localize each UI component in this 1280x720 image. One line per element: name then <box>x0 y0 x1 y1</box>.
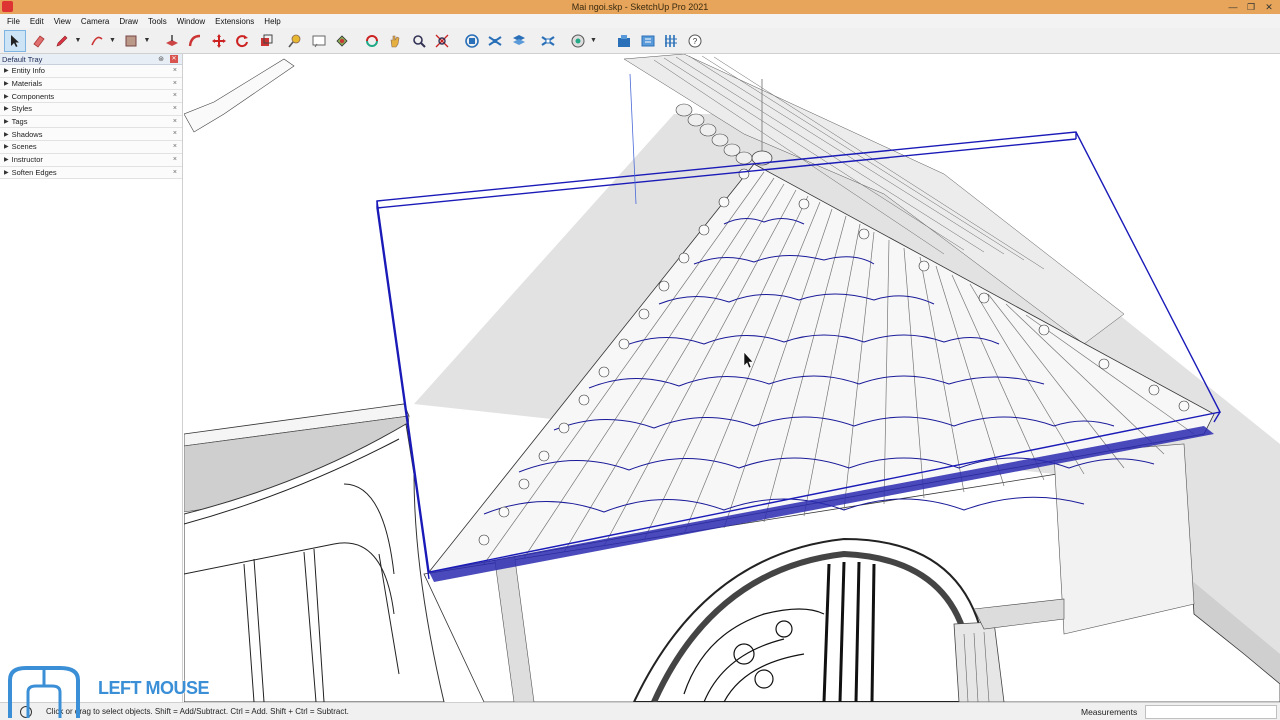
expand-triangle-icon: ▶ <box>4 119 9 126</box>
close-icon[interactable]: × <box>173 169 177 176</box>
close-icon[interactable]: × <box>173 67 177 74</box>
scale-icon[interactable] <box>255 30 277 52</box>
status-hint: Click or drag to select objects. Shift =… <box>46 707 349 716</box>
geo-dropdown-icon[interactable]: ▼ <box>590 37 598 44</box>
svg-text:?: ? <box>692 37 697 46</box>
window-controls: — ❐ ✕ <box>1224 0 1278 14</box>
close-icon[interactable]: × <box>173 130 177 137</box>
window-title: Mai ngoi.skp - SketchUp Pro 2021 <box>571 2 709 12</box>
close-icon[interactable]: ✕ <box>1260 0 1278 14</box>
menu-draw[interactable]: Draw <box>114 17 143 26</box>
close-icon[interactable]: × <box>173 105 177 112</box>
expand-triangle-icon: ▶ <box>4 157 9 164</box>
rectangle-icon[interactable] <box>120 30 142 52</box>
push-pull-icon[interactable] <box>161 30 183 52</box>
expand-triangle-icon: ▶ <box>4 169 9 176</box>
tray-panel-instructor[interactable]: ▶ Instructor × <box>0 153 182 167</box>
close-icon[interactable]: × <box>173 156 177 163</box>
extension-warehouse-icon[interactable] <box>484 30 506 52</box>
menu-extensions[interactable]: Extensions <box>210 17 259 26</box>
eraser-icon[interactable] <box>28 30 50 52</box>
menu-view[interactable]: View <box>49 17 76 26</box>
tape-measure-icon[interactable] <box>284 30 306 52</box>
paint-bucket-icon[interactable] <box>331 30 353 52</box>
tray-panel-entity-info[interactable]: ▶ Entity Info × <box>0 65 182 78</box>
wall-side-shade <box>1053 443 1195 635</box>
follow-me-icon[interactable] <box>184 30 206 52</box>
minimize-icon[interactable]: — <box>1224 0 1242 14</box>
model-view[interactable] <box>184 54 1280 702</box>
expand-triangle-icon: ▶ <box>4 93 9 100</box>
close-icon[interactable]: × <box>173 143 177 150</box>
pin-icon[interactable]: ⊛ <box>158 55 164 63</box>
zoom-icon[interactable] <box>408 30 430 52</box>
expand-triangle-icon: ▶ <box>4 144 9 151</box>
components-icon[interactable] <box>613 30 635 52</box>
extension-manager-icon[interactable] <box>537 30 559 52</box>
tray-panel-scenes[interactable]: ▶ Scenes × <box>0 141 182 154</box>
main-toolbar: ▼ ▼ ▼ ▼ ? <box>0 28 1280 54</box>
geo-location-icon[interactable] <box>567 30 589 52</box>
left-ridge-tiles <box>184 58 295 133</box>
restore-icon[interactable]: ❐ <box>1242 0 1260 14</box>
arc-icon[interactable] <box>86 30 108 52</box>
tray-panel-tags[interactable]: ▶ Tags × <box>0 115 182 129</box>
expand-triangle-icon: ▶ <box>4 131 9 138</box>
tags-icon[interactable] <box>637 30 659 52</box>
3d-warehouse-icon[interactable] <box>461 30 483 52</box>
drawing-viewport[interactable] <box>184 54 1280 702</box>
close-icon[interactable]: × <box>173 118 177 125</box>
status-info-icon[interactable] <box>20 706 32 718</box>
menu-tools[interactable]: Tools <box>143 17 172 26</box>
help-icon[interactable]: ? <box>684 30 706 52</box>
close-icon[interactable]: × <box>173 92 177 99</box>
expand-triangle-icon: ▶ <box>4 68 9 75</box>
pan-icon[interactable] <box>384 30 406 52</box>
layout-icon[interactable] <box>508 30 530 52</box>
tray-panel-soften-edges[interactable]: ▶ Soften Edges × <box>0 166 182 180</box>
zoom-extents-icon[interactable] <box>431 30 453 52</box>
arc-dropdown-icon[interactable]: ▼ <box>109 37 117 44</box>
menu-window[interactable]: Window <box>172 17 210 26</box>
rotate-icon[interactable] <box>231 30 253 52</box>
menu-bar: File Edit View Camera Draw Tools Window … <box>0 14 1280 28</box>
expand-triangle-icon: ▶ <box>4 106 9 113</box>
tray-header: Default Tray ⊛ ✕ <box>0 54 182 65</box>
orbit-icon[interactable] <box>361 30 383 52</box>
menu-camera[interactable]: Camera <box>76 17 114 26</box>
sketchup-app-icon[interactable] <box>2 1 13 12</box>
measurements-label: Measurements <box>1081 707 1138 717</box>
menu-edit[interactable]: Edit <box>25 17 49 26</box>
pencil-dropdown-icon[interactable]: ▼ <box>75 37 83 44</box>
tray-panel-shadows[interactable]: ▶ Shadows × <box>0 128 182 142</box>
pencil-icon[interactable] <box>51 30 73 52</box>
move-icon[interactable] <box>208 30 230 52</box>
tray-panel-materials[interactable]: ▶ Materials × <box>0 77 182 91</box>
menu-file[interactable]: File <box>2 17 25 26</box>
menu-help[interactable]: Help <box>259 17 285 26</box>
tray-panel-styles[interactable]: ▶ Styles × <box>0 103 182 116</box>
outliner-icon[interactable] <box>660 30 682 52</box>
select-icon[interactable] <box>4 29 26 52</box>
expand-triangle-icon: ▶ <box>4 81 9 88</box>
default-tray: Default Tray ⊛ ✕ ▶ Entity Info × ▶ Material… <box>0 54 183 702</box>
status-bar: Click or drag to select objects. Shift =… <box>0 702 1280 720</box>
tray-title: Default Tray <box>2 54 43 64</box>
close-icon[interactable]: × <box>173 80 177 87</box>
close-icon[interactable]: ✕ <box>170 55 178 63</box>
text-icon[interactable] <box>308 30 330 52</box>
title-bar: Mai ngoi.skp - SketchUp Pro 2021 — ❐ ✕ <box>0 0 1280 14</box>
measurements-input[interactable] <box>1145 705 1277 719</box>
tray-panel-components[interactable]: ▶ Components × <box>0 90 182 104</box>
rectangle-dropdown-icon[interactable]: ▼ <box>144 37 152 44</box>
